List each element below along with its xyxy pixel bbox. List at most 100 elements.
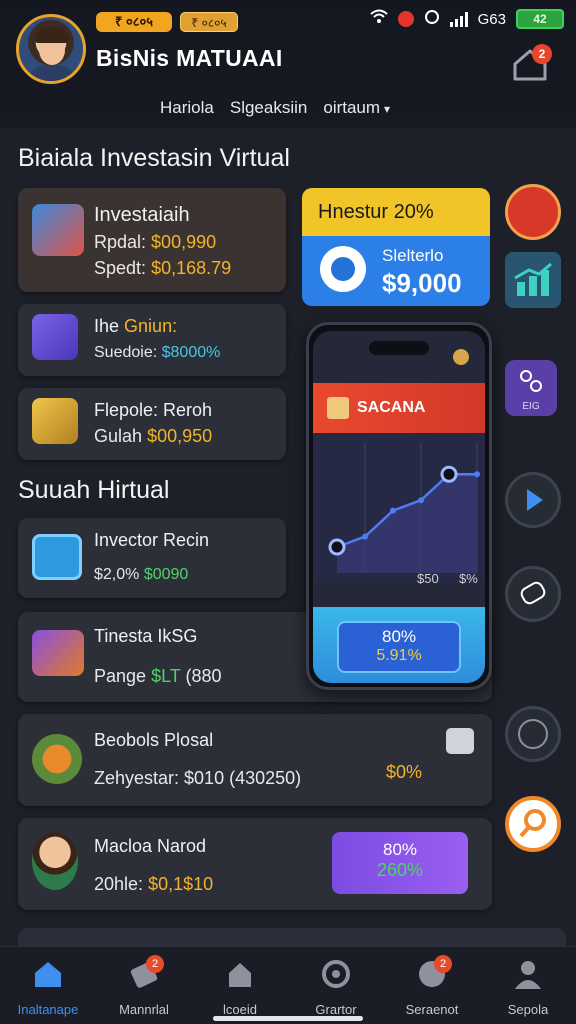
tab-starter[interactable]: Grartor — [288, 947, 384, 1024]
signal-icon — [449, 11, 468, 27]
button-top: 80% — [382, 840, 418, 859]
card-value: Zehyestar: $010 (430250) — [94, 768, 302, 788]
card-label: Spedt: — [94, 258, 147, 278]
lock-icon[interactable] — [446, 728, 474, 754]
card-value: $0,1$10 — [148, 874, 214, 894]
card-value: (880 — [185, 666, 222, 686]
bottom-nav: Inaltanape 2 Mannrlal lcoeid Grartor 2 S… — [0, 946, 576, 1024]
card-label: Gulah — [94, 426, 143, 446]
line-chart — [313, 433, 485, 583]
section-title-investasi: Biaiala Investasin Virtual — [18, 144, 290, 172]
target-icon — [32, 734, 82, 784]
tab-sensor[interactable]: 2 Seraenot — [384, 947, 480, 1024]
card-title-accent: Gniun: — [124, 316, 178, 336]
return-button[interactable]: 80% 260% — [332, 832, 468, 894]
tab-label: lcoeid — [223, 1002, 257, 1017]
user-icon — [515, 961, 541, 989]
sync-icon — [424, 9, 440, 29]
banner-heading: Hnestur 20% — [302, 188, 490, 236]
page-title: BisNis MATUAAI — [96, 45, 283, 71]
tab-label: Seraenot — [405, 1002, 459, 1017]
card-value: $00,990 — [151, 232, 217, 252]
home-icon — [35, 962, 61, 987]
nav-dropdown[interactable]: oirtaum ▾ — [323, 98, 390, 118]
search-button[interactable] — [505, 796, 561, 852]
person-icon — [32, 832, 78, 890]
play-button[interactable] — [505, 472, 561, 528]
tab-record[interactable]: lcoeid — [192, 947, 288, 1024]
globe-icon — [320, 246, 366, 292]
card-value: $8000% — [161, 344, 221, 361]
card-value: $00,950 — [147, 426, 213, 446]
card-title: Flepole: Reroh — [94, 400, 213, 420]
card-value-green: $LT — [151, 666, 181, 686]
invest-card[interactable]: Investaiaih Rpdal: $00,990 Spedt: $0,168… — [18, 188, 286, 292]
card-title: Invector Recin — [94, 530, 210, 550]
card-title: Ihe — [94, 316, 120, 336]
nav-item-hariola[interactable]: Hariola — [160, 98, 214, 118]
home-indicator — [213, 1016, 363, 1021]
notification-badge: 2 — [532, 44, 552, 64]
play-icon — [527, 489, 543, 511]
banner-label: Slelterlo — [382, 246, 444, 265]
card-percent: $0% — [386, 762, 423, 782]
tab-label: Grartor — [315, 1002, 357, 1017]
avatar[interactable] — [16, 14, 86, 84]
tag-icon — [520, 581, 546, 605]
target-icon — [322, 960, 350, 988]
trophy-icon[interactable] — [505, 184, 561, 240]
phone-banner-label: SACANA — [357, 399, 426, 416]
carrier-label: G63 — [477, 10, 506, 28]
card-title: Tinesta IkSG — [94, 626, 198, 646]
rupee-badge[interactable]: ₹ ०८०५ — [180, 12, 238, 32]
card-value: $2,0% — [94, 566, 140, 583]
coin-icon — [453, 349, 469, 365]
chart-area — [337, 474, 477, 573]
recin-card[interactable]: Invector Recin $2,0% $0090 — [18, 518, 286, 598]
grid-icon — [520, 370, 542, 392]
apps-badge-button[interactable]: EIG — [505, 360, 557, 416]
notification-badge: 2 — [146, 955, 164, 973]
gift-box-icon — [32, 204, 84, 256]
plosal-card[interactable]: Beobols Plosal Zehyestar: $010 (430250) … — [18, 714, 492, 806]
button-bottom: 260% — [376, 860, 424, 880]
banner-value: $9,000 — [382, 268, 462, 298]
nav-item-slgeaksiin[interactable]: Slgeaksiin — [230, 98, 308, 118]
narod-card[interactable]: Macloa Narod 20hle: $0,1$10 80% 260% — [18, 818, 492, 910]
data-point — [440, 465, 458, 483]
tab-label: Inaltanape — [17, 1002, 79, 1017]
reroh-card[interactable]: Flepole: Reroh Gulah $00,950 — [18, 388, 286, 460]
card-value: $0,168.79 — [151, 258, 232, 278]
card-title: Macloa Narod — [94, 836, 207, 856]
gain-card[interactable]: Ihe Gniun: Suedoie: $8000% — [18, 304, 286, 376]
phone-action-button[interactable]: 80% 5.91% — [337, 621, 461, 673]
record-icon — [397, 11, 414, 27]
section-title-suuah: Suuah Hirtual — [18, 476, 170, 504]
coin-badge[interactable]: ₹ ०८०५ — [96, 12, 172, 32]
cube-icon — [32, 314, 78, 360]
top-nav: Hariola Slgeaksiin oirtaum ▾ — [160, 98, 390, 118]
gamepad-button[interactable] — [505, 566, 561, 622]
ticket-icon — [32, 630, 84, 676]
data-point — [328, 538, 346, 556]
card-label: Pange — [94, 666, 147, 686]
tab-label: Sepola — [507, 1002, 549, 1017]
tab-market[interactable]: 2 Mannrlal — [96, 947, 192, 1024]
house-icon — [229, 963, 251, 987]
gauge-icon — [518, 719, 548, 749]
data-point — [362, 533, 368, 540]
growth-chart-icon[interactable] — [505, 252, 561, 308]
box-icon — [327, 397, 349, 419]
notification-badge: 2 — [434, 955, 452, 973]
document-icon — [32, 534, 82, 580]
card-value-green: $0090 — [143, 566, 189, 583]
card-label: 20hle: — [94, 874, 144, 894]
tab-profile[interactable]: Sepola — [480, 947, 576, 1024]
search-icon — [519, 809, 546, 838]
invest-banner[interactable]: Hnestur 20% Slelterlo $9,000 — [302, 188, 490, 306]
card-title: Beobols Plosal — [94, 730, 214, 750]
gauge-button[interactable] — [505, 706, 561, 762]
phone-button-top: 80% — [381, 627, 417, 646]
status-bar: ₹ ०८०५ ₹ ०८०५ G63 42 — [0, 0, 576, 40]
tab-home[interactable]: Inaltanape — [0, 947, 96, 1024]
